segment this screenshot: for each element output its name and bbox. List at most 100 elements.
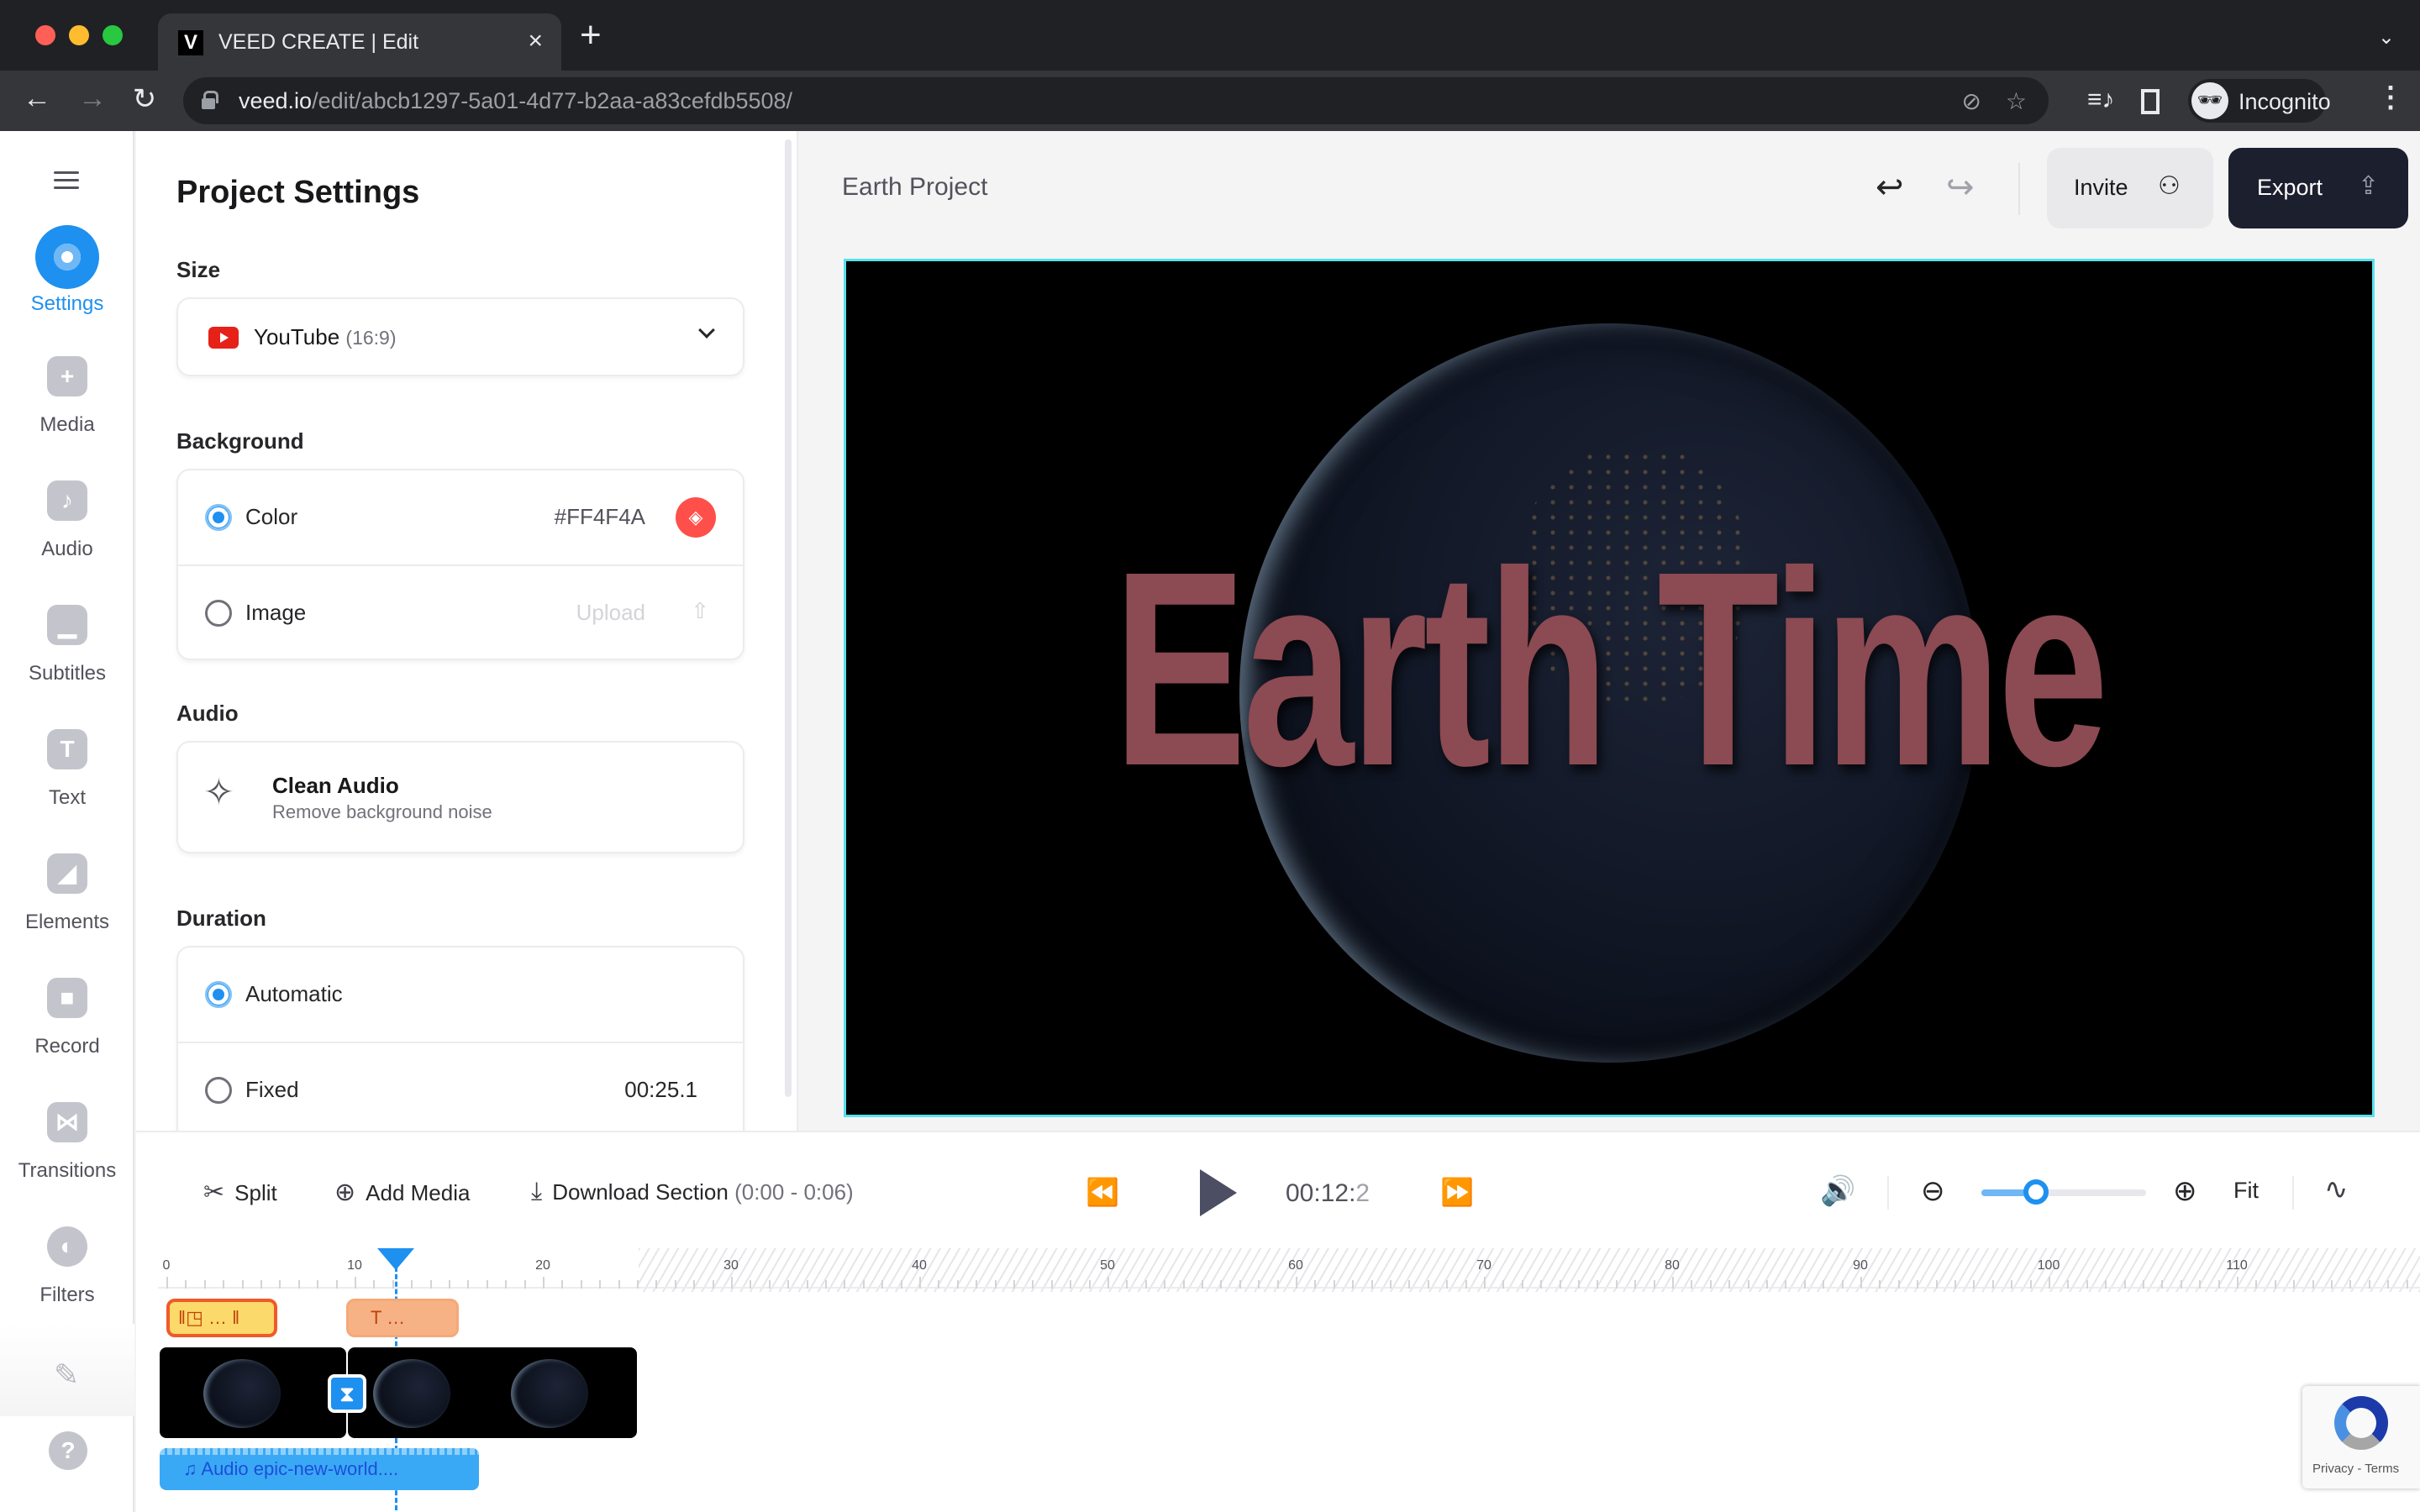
audio-clip[interactable]: ♫ Audio epic-new-world.... xyxy=(160,1448,479,1490)
recaptcha-badge[interactable]: Privacy - Terms xyxy=(2302,1386,2420,1488)
close-tab-icon[interactable]: × xyxy=(528,27,543,55)
ruler-tick xyxy=(2237,1277,2238,1289)
lock-icon[interactable] xyxy=(202,91,218,109)
export-button[interactable]: Export ⇪ xyxy=(2228,148,2408,228)
music-note-icon: ♪ xyxy=(47,480,87,521)
subtitles-icon: ▁ xyxy=(47,605,87,645)
fixed-duration-value[interactable]: 00:25.1 xyxy=(624,1077,697,1103)
window-minimize-button[interactable] xyxy=(69,25,89,45)
incognito-icon: 🕶 xyxy=(2191,82,2228,119)
automatic-radio[interactable] xyxy=(205,981,232,1008)
sidebar-item-label: Elements xyxy=(24,911,110,933)
sidebar-item-record[interactable]: ■ Record xyxy=(0,978,134,1087)
ruler-tick xyxy=(618,1280,620,1289)
transition-icon[interactable]: ⧗ xyxy=(328,1374,366,1413)
window-zoom-button[interactable] xyxy=(103,25,123,45)
draw-button[interactable]: ✎ xyxy=(0,1324,134,1416)
sidebar-item-audio[interactable]: ♪ Audio xyxy=(0,480,134,590)
undo-icon[interactable]: ↩ xyxy=(1876,168,1904,207)
ruler-tick xyxy=(2255,1280,2258,1289)
ruler-tick xyxy=(2067,1280,2070,1289)
zoom-slider-thumb[interactable] xyxy=(2023,1179,2049,1205)
upload-label[interactable]: Upload xyxy=(576,600,645,626)
window-close-button[interactable] xyxy=(35,25,55,45)
recaptcha-links[interactable]: Privacy - Terms xyxy=(2312,1462,2399,1476)
ruler-tick xyxy=(2293,1280,2296,1289)
ruler-tick xyxy=(1427,1280,1429,1289)
background-image-option[interactable]: Image Upload ⇧ xyxy=(178,564,743,659)
image-radio[interactable] xyxy=(205,600,232,627)
element-clip[interactable]: ‖◳ … ‖ xyxy=(166,1299,277,1337)
sidebar-item-subtitles[interactable]: ▁ Subtitles xyxy=(0,605,134,714)
sidebar-item-text[interactable]: T Text xyxy=(0,729,134,838)
ruler-label: 110 xyxy=(2226,1258,2248,1273)
ruler-tick xyxy=(2143,1280,2144,1289)
chevron-down-icon xyxy=(698,322,715,339)
timeline-ruler[interactable]: 0 10 20 30 40 50 60 70 80 90 100 110 xyxy=(158,1242,2420,1510)
timeline-zoom-slider[interactable] xyxy=(1981,1179,2146,1205)
clean-audio-card[interactable]: ✧ Clean Audio Remove background noise xyxy=(176,741,744,853)
ruler-tick xyxy=(1088,1280,1091,1289)
skip-forward-icon[interactable]: ⏩ xyxy=(1440,1176,1474,1208)
color-hex-value[interactable]: #FF4F4A xyxy=(555,504,645,530)
sidebar-item-media[interactable]: + Media xyxy=(0,356,134,465)
sidebar-item-settings[interactable]: Settings xyxy=(0,225,134,344)
video-preview-canvas[interactable]: Earth Time xyxy=(844,259,2375,1117)
fit-button[interactable]: Fit xyxy=(2233,1178,2259,1204)
hamburger-menu-icon[interactable] xyxy=(54,171,79,190)
add-media-button[interactable]: ⊕ Add Media xyxy=(334,1178,470,1207)
ruler-tick xyxy=(1766,1280,1768,1289)
waveform-icon[interactable]: ∿ xyxy=(2324,1173,2349,1206)
incognito-profile-button[interactable]: 🕶 Incognito xyxy=(2188,79,2331,123)
video-clip[interactable] xyxy=(160,1347,346,1438)
cloud-upload-icon[interactable]: ⇧ xyxy=(691,598,709,624)
duration-card: Automatic Fixed 00:25.1 xyxy=(176,946,744,1131)
play-button[interactable] xyxy=(1200,1169,1237,1216)
back-arrow-icon[interactable]: ← xyxy=(18,82,55,115)
media-control-icon[interactable]: ≡♪ xyxy=(2087,86,2115,114)
panel-scrollbar[interactable] xyxy=(785,139,792,1097)
background-color-option[interactable]: Color #FF4F4A ◈ xyxy=(178,470,743,564)
bookmark-star-icon[interactable]: ☆ xyxy=(2006,87,2027,115)
browser-menu-icon[interactable]: ⋮ xyxy=(2376,81,2405,114)
size-dropdown[interactable]: YouTube (16:9) xyxy=(176,297,744,376)
ruler-tick xyxy=(2180,1280,2182,1289)
zoom-in-icon[interactable]: ⊕ xyxy=(2173,1174,2197,1208)
sidebar-item-elements[interactable]: ◢ Elements xyxy=(0,853,134,963)
sidebar-item-label: Transitions xyxy=(18,1159,117,1182)
new-tab-button[interactable]: + xyxy=(580,17,602,54)
help-icon[interactable]: ? xyxy=(49,1431,87,1470)
color-radio[interactable] xyxy=(205,504,232,531)
video-clip[interactable] xyxy=(348,1347,637,1438)
download-section-button[interactable]: ⤓ Download Section (0:00 - 0:06) xyxy=(531,1178,854,1206)
ruler-tick xyxy=(919,1277,921,1289)
sidebar-item-transitions[interactable]: ⋈ Transitions xyxy=(0,1102,134,1211)
redo-icon[interactable]: ↪ xyxy=(1946,168,1975,207)
project-name[interactable]: Earth Project xyxy=(842,173,987,202)
paint-bucket-icon[interactable]: ◈ xyxy=(676,497,716,538)
reload-icon[interactable]: ↻ xyxy=(126,82,163,116)
duration-fixed-option[interactable]: Fixed 00:25.1 xyxy=(178,1042,743,1131)
canvas-text-overlay[interactable]: Earth Time xyxy=(1060,530,2159,807)
split-button[interactable]: ✂ Split xyxy=(203,1178,277,1207)
text-clip[interactable]: T … xyxy=(346,1299,459,1337)
url-text[interactable]: veed.io/edit/abcb1297-5a01-4d77-b2aa-a83… xyxy=(239,88,792,114)
fixed-radio[interactable] xyxy=(205,1077,232,1104)
ruler-tick xyxy=(1107,1277,1109,1289)
duration-automatic-option[interactable]: Automatic xyxy=(178,948,743,1042)
skip-back-icon[interactable]: ⏪ xyxy=(1086,1176,1119,1208)
tab-search-chevron-icon[interactable]: ⌄ xyxy=(2378,25,2395,50)
address-bar[interactable]: veed.io/edit/abcb1297-5a01-4d77-b2aa-a83… xyxy=(183,77,2049,124)
ruler-tick xyxy=(1182,1280,1185,1289)
side-panel-icon[interactable] xyxy=(2141,89,2160,114)
zoom-out-icon[interactable]: ⊖ xyxy=(1921,1174,1945,1208)
ruler-tick xyxy=(1408,1280,1411,1289)
invite-button[interactable]: Invite ⚇ xyxy=(2047,148,2213,228)
scissors-icon: ✂ xyxy=(203,1179,225,1206)
sidebar-item-filters[interactable]: ◐ Filters xyxy=(0,1226,134,1336)
browser-tab[interactable]: V VEED CREATE | Edit × xyxy=(158,13,561,71)
forward-arrow-icon[interactable]: → xyxy=(74,82,111,115)
eye-off-icon[interactable]: ⊘ xyxy=(1962,87,1981,115)
volume-icon[interactable]: 🔊 xyxy=(1820,1174,1855,1208)
ruler-tick xyxy=(1484,1277,1486,1289)
